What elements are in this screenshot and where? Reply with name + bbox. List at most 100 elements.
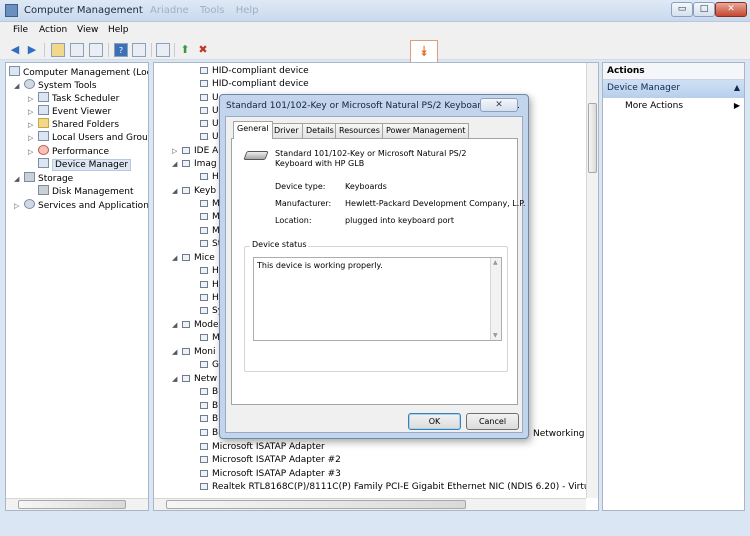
forward-arrow-icon[interactable]: ▶ <box>25 43 39 57</box>
device-row[interactable]: Bl <box>200 414 221 424</box>
back-arrow-icon[interactable]: ◀ <box>8 43 22 57</box>
minimize-button[interactable]: ▭ <box>671 2 693 17</box>
expand-icon[interactable]: ▷ <box>28 148 38 156</box>
collapse-icon[interactable]: ◢ <box>14 175 24 183</box>
device-row[interactable]: U <box>200 132 219 142</box>
collapse-icon[interactable]: ◢ <box>172 348 182 356</box>
device-row[interactable]: M <box>200 333 220 343</box>
device-category-keyboards[interactable]: ◢ Keyb <box>172 186 216 196</box>
device-row[interactable]: Microsoft ISATAP Adapter #2 <box>200 455 341 465</box>
menu-file[interactable]: File <box>13 25 28 35</box>
update-driver-icon[interactable]: ⬆ <box>178 43 192 57</box>
more-actions-item[interactable]: More Actions ▶ <box>625 101 743 111</box>
device-row[interactable]: H <box>200 293 219 303</box>
menu-view[interactable]: View <box>77 25 98 35</box>
tree-root[interactable]: Computer Management (Local <box>9 66 148 78</box>
tab-details[interactable]: Details <box>302 123 338 138</box>
folder-icon <box>38 118 49 128</box>
scrollbar-thumb[interactable] <box>166 500 466 509</box>
collapse-icon[interactable]: ◢ <box>172 187 182 195</box>
expand-icon[interactable]: ▷ <box>28 121 38 129</box>
expand-icon[interactable]: ▷ <box>172 147 182 155</box>
tree-device-manager[interactable]: Device Manager <box>28 158 132 171</box>
actions-section-device-manager[interactable]: Device Manager ▲ <box>603 80 744 98</box>
tree-performance[interactable]: ▷ Performance <box>28 145 109 157</box>
collapse-icon[interactable]: ◢ <box>172 254 182 262</box>
usb-device-icon <box>200 94 208 101</box>
ok-button[interactable]: OK <box>408 413 461 430</box>
tab-resources[interactable]: Resources <box>335 123 384 138</box>
tab-driver[interactable]: Driver <box>270 123 303 138</box>
expand-icon[interactable]: ▷ <box>28 134 38 142</box>
collapse-up-icon[interactable]: ▲ <box>734 83 740 92</box>
tree-local-users[interactable]: ▷ Local Users and Groups <box>28 131 148 143</box>
expand-icon[interactable]: ▷ <box>28 108 38 116</box>
help-icon[interactable]: ? <box>114 43 128 57</box>
collapse-icon[interactable]: ◢ <box>14 82 24 90</box>
mouse-icon <box>200 307 208 314</box>
cancel-button[interactable]: Cancel <box>466 413 519 430</box>
tree-task-scheduler[interactable]: ▷ Task Scheduler <box>28 92 119 104</box>
device-row[interactable]: HID-compliant device <box>200 66 309 76</box>
scroll-down-icon[interactable]: ▼ <box>493 332 498 339</box>
device-row[interactable]: H <box>200 172 219 182</box>
navigation-tree[interactable]: Computer Management (Local ◢ System Tools… <box>5 62 149 511</box>
device-row[interactable]: U <box>200 119 219 129</box>
device-row[interactable]: Microsoft ISATAP Adapter #3 <box>200 469 341 479</box>
dialog-close-button[interactable]: ✕ <box>480 98 518 112</box>
scan-hardware-icon[interactable] <box>156 43 170 57</box>
device-row[interactable]: Microsoft ISATAP Adapter <box>200 442 325 452</box>
expand-icon[interactable]: ▷ <box>14 202 24 210</box>
expand-icon[interactable]: ▷ <box>28 95 38 103</box>
tree-shared-folders[interactable]: ▷ Shared Folders <box>28 118 119 130</box>
device-row[interactable]: Bl <box>200 401 221 411</box>
show-hide-tree-icon[interactable] <box>70 43 84 57</box>
export-list-icon[interactable] <box>89 43 103 57</box>
collapse-icon[interactable]: ◢ <box>172 375 182 383</box>
device-category-modems[interactable]: ◢ Mode <box>172 320 219 330</box>
device-status-textbox[interactable]: This device is working properly. ▲ ▼ <box>253 257 502 341</box>
up-folder-icon[interactable] <box>51 43 65 57</box>
device-row[interactable]: H <box>200 280 219 290</box>
device-list-horizontal-scrollbar[interactable] <box>154 498 586 510</box>
device-row[interactable]: Bl <box>200 387 221 397</box>
device-row[interactable]: H <box>200 266 219 276</box>
device-category-mice[interactable]: ◢ Mice <box>172 253 215 263</box>
keyboard-properties-dialog: Standard 101/102-Key or Microsoft Natura… <box>219 94 529 439</box>
device-row[interactable]: M <box>200 199 220 209</box>
device-row[interactable]: U <box>200 106 219 116</box>
device-list-vertical-scrollbar[interactable] <box>586 63 598 498</box>
scrollbar-thumb[interactable] <box>588 103 597 173</box>
scroll-up-icon[interactable]: ▲ <box>493 259 498 266</box>
close-button[interactable]: ✕ <box>715 2 747 17</box>
tree-horizontal-scrollbar[interactable] <box>6 498 148 510</box>
tools-icon <box>24 79 35 89</box>
tree-services-applications[interactable]: ▷ Services and Applications <box>14 199 148 211</box>
keyboard-icon <box>243 151 269 160</box>
device-category-network[interactable]: ◢ Netw <box>172 374 217 384</box>
menu-action[interactable]: Action <box>39 25 67 35</box>
collapse-icon[interactable]: ◢ <box>172 321 182 329</box>
tab-general[interactable]: General <box>233 121 273 139</box>
uninstall-icon[interactable]: ✖ <box>196 43 210 57</box>
status-scrollbar[interactable]: ▲ ▼ <box>490 258 501 340</box>
scrollbar-thumb[interactable] <box>18 500 126 509</box>
tree-system-tools[interactable]: ◢ System Tools <box>14 79 97 91</box>
maximize-button[interactable]: □ <box>693 2 715 17</box>
computer-management-icon <box>5 4 18 17</box>
tab-power-management[interactable]: Power Management <box>382 123 470 138</box>
device-row[interactable]: HID-compliant device <box>200 79 309 89</box>
device-row[interactable]: M <box>200 226 220 236</box>
tree-storage[interactable]: ◢ Storage <box>14 172 73 184</box>
device-row[interactable]: M <box>200 212 220 222</box>
collapse-icon[interactable]: ◢ <box>172 160 182 168</box>
device-row[interactable]: Realtek RTL8168C(P)/8111C(P) Family PCI-… <box>200 482 598 492</box>
device-category-monitors[interactable]: ◢ Moni <box>172 347 215 357</box>
device-category-imaging[interactable]: ◢ Imag <box>172 159 217 169</box>
device-category-ide[interactable]: ▷ IDE A <box>172 146 218 156</box>
tree-disk-management[interactable]: Disk Management <box>28 185 133 197</box>
menu-help[interactable]: Help <box>108 25 129 35</box>
device-row[interactable]: U <box>200 93 219 103</box>
properties-icon[interactable] <box>132 43 146 57</box>
tree-event-viewer[interactable]: ▷ Event Viewer <box>28 105 111 117</box>
